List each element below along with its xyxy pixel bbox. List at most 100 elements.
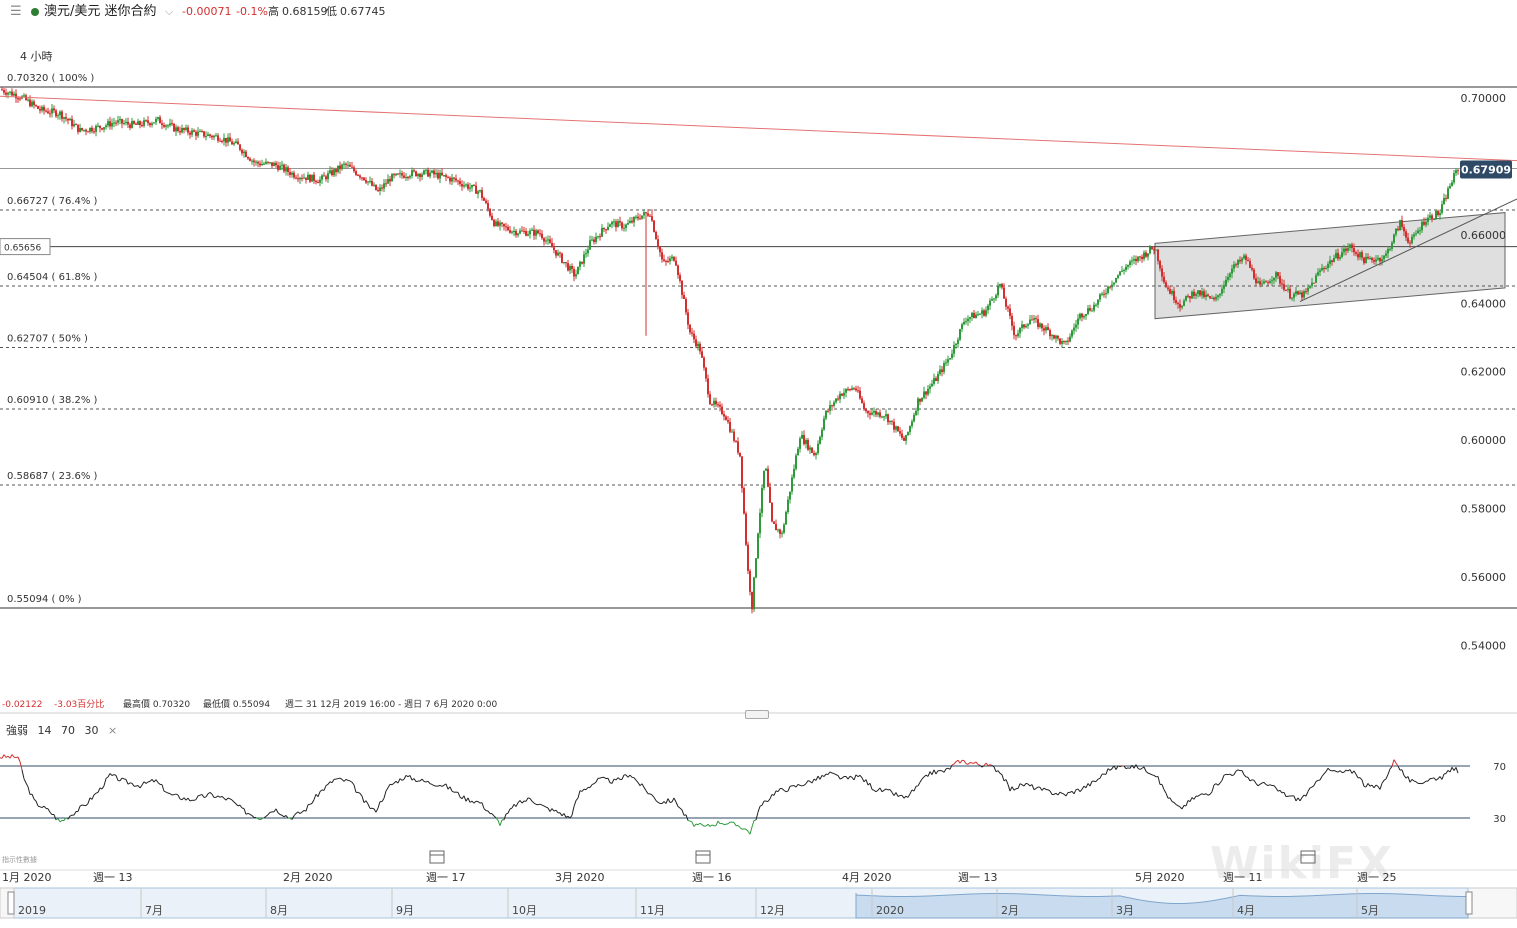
rsi-segment — [295, 811, 299, 814]
rsi-segment — [391, 782, 395, 786]
rsi-segment — [943, 768, 947, 773]
rsi-segment — [1145, 770, 1149, 774]
rsi-segment — [805, 780, 809, 784]
candle-body — [863, 403, 865, 410]
rsi-segment — [555, 809, 559, 814]
candle-body — [675, 260, 677, 266]
rsi-segment — [733, 822, 737, 827]
stat-highest: 最高價 0.70320 — [123, 700, 191, 710]
rsi-segment — [889, 789, 893, 793]
candle-body — [593, 239, 595, 242]
candle-body — [365, 180, 367, 183]
candle-body — [3, 90, 5, 93]
rsi-segment — [821, 774, 825, 778]
candle-body — [1433, 218, 1435, 220]
candle-body — [891, 420, 893, 422]
rsi-segment — [259, 818, 263, 821]
rsi-segment — [1033, 788, 1037, 791]
candle-body — [1229, 273, 1231, 277]
rsi-segment — [1043, 787, 1047, 790]
rsi-segment — [1361, 779, 1365, 787]
rsi-segment — [1333, 770, 1337, 772]
candle-body — [17, 98, 19, 100]
candle-body — [135, 123, 137, 125]
candle-body — [727, 420, 729, 422]
candle-body — [1109, 286, 1111, 288]
rsi-segment — [919, 778, 923, 783]
time-tick-label: 週一 16 — [692, 871, 732, 884]
candle-body — [845, 389, 847, 393]
candle-body — [489, 209, 491, 216]
rsi-segment — [351, 781, 355, 786]
candle-body — [945, 362, 947, 364]
candle-body — [159, 117, 161, 124]
candle-body — [871, 412, 873, 415]
candle-body — [269, 162, 271, 164]
candle-body — [9, 91, 11, 93]
candle-body — [969, 317, 971, 319]
rsi-segment — [785, 790, 789, 793]
rsi-segment — [1445, 770, 1449, 774]
candle-body — [1391, 242, 1393, 249]
rsi-segment — [1027, 783, 1031, 787]
rsi-segment — [707, 823, 711, 827]
rsi-segment — [745, 828, 749, 832]
rsi-segment — [311, 799, 315, 804]
candle-body — [1265, 281, 1267, 283]
candle-body — [71, 118, 73, 127]
candle-body — [259, 163, 261, 166]
rsi-segment — [637, 782, 641, 786]
price-chart[interactable]: 0.70320 ( 100% ) 0.66727 ( 76.4% ) 0.64504… — [0, 0, 1517, 928]
close-icon[interactable]: × — [108, 724, 117, 737]
candle-body — [217, 135, 219, 141]
stat-lowest: 最低價 0.55094 — [203, 700, 271, 710]
rsi-segment — [621, 774, 625, 780]
rsi-segment — [539, 803, 543, 806]
candle-body — [793, 468, 795, 478]
candle-body — [1175, 300, 1177, 303]
candle-body — [807, 439, 809, 450]
candle-body — [207, 134, 209, 137]
candle-body — [1273, 277, 1275, 281]
candle-body — [561, 253, 563, 263]
rsi-segment — [995, 770, 999, 773]
candle-body — [523, 230, 525, 232]
candle-body — [405, 177, 407, 179]
rsi-segment — [105, 776, 109, 779]
rsi-segment — [1353, 770, 1357, 775]
rsi-segment — [1257, 783, 1261, 787]
candle-body — [129, 124, 131, 128]
candle-body — [805, 439, 807, 445]
candle-body — [1069, 336, 1071, 342]
rsi-segment — [1337, 770, 1341, 773]
candle-body — [511, 231, 513, 233]
rsi-segment — [643, 787, 647, 791]
panel-splitter-handle[interactable] — [745, 710, 769, 719]
rsi-segment — [593, 781, 597, 785]
candle-body — [567, 263, 569, 271]
candle-body — [399, 173, 401, 175]
rsi-segment — [1049, 790, 1053, 795]
candle-body — [957, 339, 959, 344]
rsi-segment — [1273, 785, 1277, 789]
rsi-segment — [575, 797, 579, 801]
navigator[interactable]: 2019 7月 8月 9月 10月 11月 12月 2020 2月 3月 4月 5月 — [0, 887, 1517, 919]
candle-body — [643, 212, 645, 216]
rsi-segment — [1393, 759, 1397, 764]
candle-body — [277, 165, 279, 170]
candle-body — [959, 329, 961, 340]
candle-body — [981, 310, 983, 314]
candle-body — [1211, 297, 1213, 299]
rsi-segment — [927, 771, 931, 777]
candle-body — [1179, 303, 1181, 308]
candle-body — [299, 177, 301, 180]
candle-body — [673, 256, 675, 261]
candle-body — [491, 215, 493, 220]
candle-body — [971, 312, 973, 318]
candle-body — [1421, 221, 1423, 231]
candle-body — [531, 229, 533, 231]
rsi-segment — [963, 760, 967, 764]
rsi-segment — [325, 783, 329, 787]
rsi-segment — [1269, 784, 1273, 786]
rsi-segment — [195, 795, 199, 800]
